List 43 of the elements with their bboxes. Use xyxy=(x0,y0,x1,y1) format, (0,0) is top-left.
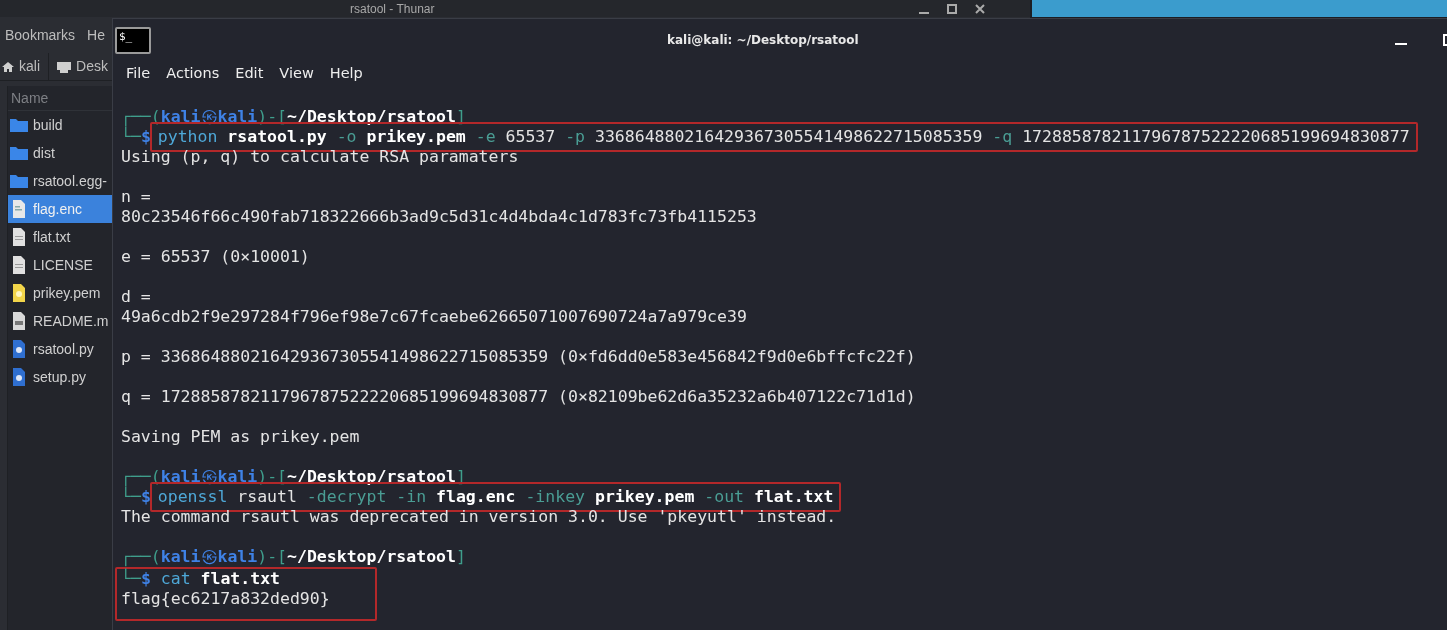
output-line: 80c23546f66c490fab718322666b3ad9c5d31c4d4bda4c1d783fc73fb4115253 xyxy=(121,207,758,227)
menu-item[interactable]: Help xyxy=(329,62,363,85)
path-button[interactable]: Desk xyxy=(48,53,110,80)
menu-item[interactable]: Bookmarks xyxy=(5,24,76,46)
output-line: 49a6cdb2f9e297284f796ef98e7c67fcaebe62665071007690724a7a979ce39 xyxy=(121,307,748,327)
command-text: python rsatool.py -o prikey.pem -e 65537 -p 336864880216429367305541498622715085359 -q 172885878211796787522220685199694830877 xyxy=(157,127,1410,146)
prompt-text: ┌──(kali㉿kali)-[~/Desktop/rsatool] xyxy=(121,547,467,567)
directory-entry[interactable]: README.m xyxy=(8,307,112,335)
directory-entry[interactable]: LICENSE xyxy=(8,251,112,279)
home-icon xyxy=(2,60,14,73)
command-text: cat flat.txt xyxy=(160,569,281,588)
close-icon[interactable] xyxy=(975,3,985,14)
directory-entry[interactable]: setup.py xyxy=(8,363,112,391)
output-line: q = 172885878211796787522220685199694830877 (0×82109be62d6a35232a6b407122c71d1d) xyxy=(121,387,917,407)
directory-entry[interactable]: rsatool.py xyxy=(8,335,112,363)
directory-entry[interactable]: dist xyxy=(8,139,112,167)
output-line: e = 65537 (0×10001) xyxy=(121,247,311,267)
prompt-symbol: └─$ xyxy=(121,487,151,507)
desktop-icon xyxy=(57,60,71,73)
menu-item[interactable]: File xyxy=(126,62,151,85)
menu-item[interactable]: View xyxy=(279,62,314,85)
menu-item[interactable]: He xyxy=(87,24,105,46)
maximize-icon[interactable] xyxy=(947,3,957,14)
output-line: flag{ec6217a832ded90} xyxy=(121,589,331,609)
output-line: The command rsautl was deprecated in version 3.0. Use 'pkeyutl' instead. xyxy=(121,507,838,527)
prompt-symbol: └─$ xyxy=(121,127,151,147)
terminal-icon: $_ xyxy=(115,26,151,54)
directory-entry[interactable]: rsatool.egg- xyxy=(8,167,112,195)
path-button[interactable]: kali xyxy=(0,53,42,80)
window-title: kali@kali: ~/Desktop/rsatool xyxy=(667,32,859,49)
directory-entry[interactable]: flat.txt xyxy=(8,223,112,251)
output-line: Saving PEM as prikey.pem xyxy=(121,427,361,447)
output-line: p = 336864880216429367305541498622715085359 (0×fd6dd0e583e456842f9d0e6bffcfc22f) xyxy=(121,347,917,367)
output-line: d = xyxy=(121,287,152,307)
prompt-symbol: └─$ xyxy=(121,569,151,589)
output-line: Using (p, q) to calculate RSA paramaters xyxy=(121,147,520,167)
directory-entry[interactable]: prikey.pem xyxy=(8,279,112,307)
menu-item[interactable]: Actions xyxy=(166,62,220,85)
output-line: n = xyxy=(121,187,152,207)
command-text: openssl rsautl -decrypt -in flag.enc -inkey prikey.pem -out flat.txt xyxy=(157,487,834,506)
window-title: rsatool - Thunar xyxy=(350,0,435,18)
directory-entry[interactable]: build xyxy=(8,111,112,139)
menu-item[interactable]: Edit xyxy=(235,62,264,85)
